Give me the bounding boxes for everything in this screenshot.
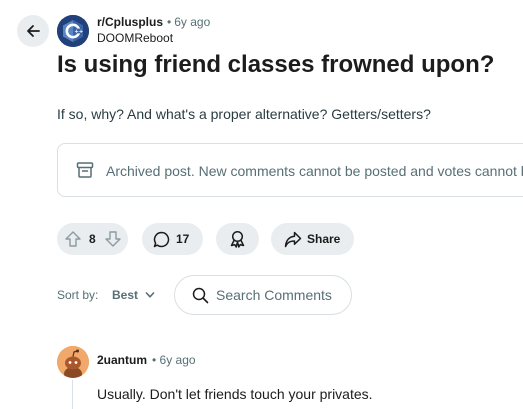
comment-count: 17 bbox=[176, 232, 190, 246]
post-meta: r/Cplusplus • 6y ago bbox=[97, 15, 210, 30]
award-button[interactable] bbox=[216, 223, 259, 255]
arrow-left-icon bbox=[27, 25, 40, 37]
cplusplus-logo-icon: ++ bbox=[57, 15, 89, 47]
post-author[interactable]: DOOMReboot bbox=[97, 31, 173, 46]
comment-avatar[interactable] bbox=[57, 346, 89, 378]
vote-count: 8 bbox=[89, 232, 96, 246]
post-title: Is using friend classes frowned upon? bbox=[57, 51, 495, 78]
search-icon bbox=[192, 287, 209, 304]
meta-separator: • bbox=[167, 15, 172, 29]
comment-time: 6y ago bbox=[159, 353, 196, 367]
sort-dropdown[interactable]: Best bbox=[112, 288, 138, 302]
vote-control: 8 bbox=[57, 223, 128, 255]
back-button[interactable] bbox=[17, 15, 49, 47]
share-arrow-icon bbox=[284, 231, 302, 248]
post-time: 6y ago bbox=[174, 15, 211, 29]
comment-meta: • 6y ago bbox=[152, 353, 196, 367]
subreddit-avatar[interactable]: ++ bbox=[57, 15, 89, 47]
meta-separator: • bbox=[152, 353, 157, 367]
subreddit-link[interactable]: r/Cplusplus bbox=[97, 15, 163, 29]
chevron-down-icon[interactable] bbox=[145, 290, 155, 300]
svg-text:++: ++ bbox=[74, 29, 84, 35]
post-page: ++ r/Cplusplus • 6y ago DOOMReboot Is usin… bbox=[0, 0, 523, 409]
search-comments[interactable] bbox=[174, 275, 352, 315]
speech-bubble-icon bbox=[153, 231, 170, 248]
thread-line[interactable] bbox=[72, 380, 73, 409]
archived-notice: Archived post. New comments cannot be po… bbox=[57, 143, 523, 197]
downvote-button[interactable] bbox=[104, 230, 122, 248]
archived-notice-text: Archived post. New comments cannot be po… bbox=[106, 163, 523, 179]
upvote-button[interactable] bbox=[64, 230, 82, 248]
post-body: If so, why? And what's a proper alternat… bbox=[57, 106, 431, 122]
search-comments-input[interactable] bbox=[216, 285, 346, 305]
comment-author[interactable]: 2uantum bbox=[97, 353, 147, 367]
archive-box-icon bbox=[76, 162, 94, 178]
share-button[interactable]: Share bbox=[271, 223, 354, 255]
comment-body: Usually. Don't let friends touch your pr… bbox=[97, 386, 373, 402]
comments-button[interactable]: 17 bbox=[142, 223, 203, 255]
share-label: Share bbox=[307, 232, 341, 246]
sort-label: Sort by: bbox=[57, 288, 99, 302]
user-avatar-icon bbox=[57, 346, 89, 378]
award-ribbon-icon bbox=[230, 230, 245, 248]
